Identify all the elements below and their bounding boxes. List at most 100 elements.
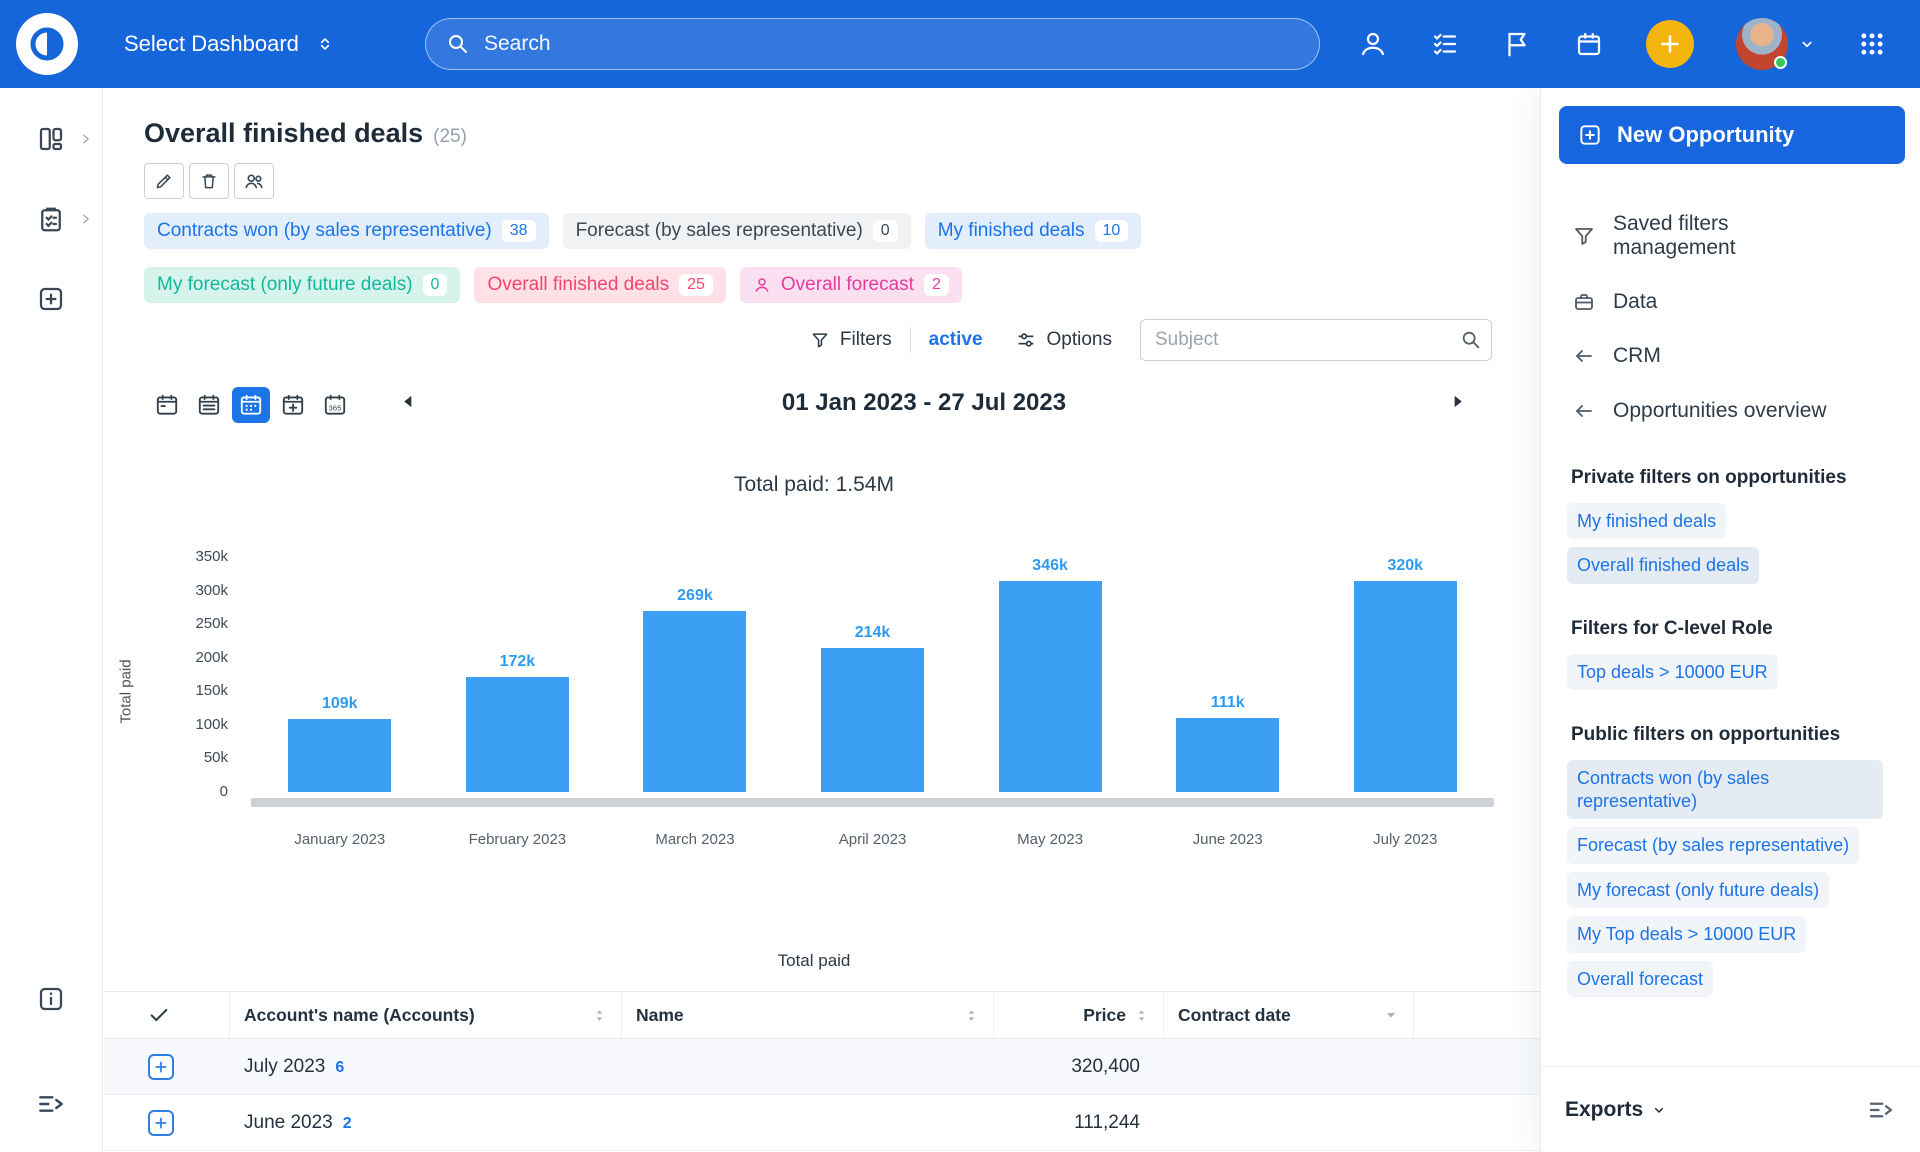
group-count: 2 xyxy=(343,1115,352,1133)
collapse-panel-icon[interactable] xyxy=(1866,1095,1896,1125)
bar-group[interactable]: 172k xyxy=(429,557,607,792)
chevron-right-icon[interactable] xyxy=(79,213,92,226)
bar[interactable] xyxy=(999,581,1102,792)
bar[interactable] xyxy=(288,719,391,792)
view-quarter-button[interactable] xyxy=(274,387,312,423)
active-filters-link[interactable]: active xyxy=(929,329,983,351)
saved-filter-link[interactable]: Overall finished deals xyxy=(1567,547,1759,584)
view-day-button[interactable] xyxy=(148,387,186,423)
sidebar-item-planner[interactable] xyxy=(0,204,102,234)
calendar-icon[interactable] xyxy=(1574,29,1604,59)
search-icon[interactable] xyxy=(1460,329,1482,351)
column-header-name[interactable]: Name xyxy=(622,992,994,1038)
sort-icon[interactable] xyxy=(592,1008,607,1023)
filter-chip[interactable]: My forecast (only future deals) 0 xyxy=(144,267,460,303)
bar-group[interactable]: 214k xyxy=(784,557,962,792)
panel-footer: Exports xyxy=(1541,1066,1920,1152)
column-header-account[interactable]: Account's name (Accounts) xyxy=(230,992,622,1038)
dashboard-selector-label: Select Dashboard xyxy=(124,31,299,57)
search-input[interactable] xyxy=(484,32,1299,56)
tasks-icon[interactable] xyxy=(1430,29,1460,59)
filter-caret-icon[interactable] xyxy=(1383,1007,1399,1023)
options-button[interactable]: Options xyxy=(1015,329,1112,351)
separator xyxy=(910,327,911,353)
sidebar-item-dashboards[interactable] xyxy=(0,124,102,154)
user-avatar[interactable] xyxy=(1736,18,1788,70)
table-row[interactable]: June 2023 2 111,244 xyxy=(104,1095,1540,1151)
bar-group[interactable]: 269k xyxy=(606,557,784,792)
menu-item-saved-filters[interactable]: Saved filters management xyxy=(1571,212,1920,260)
bar-group[interactable]: 346k xyxy=(961,557,1139,792)
contacts-icon[interactable] xyxy=(1358,29,1388,59)
next-period-button[interactable] xyxy=(1449,393,1466,410)
table-row[interactable]: July 2023 6 320,400 xyxy=(104,1039,1540,1095)
chevron-right-icon[interactable] xyxy=(79,133,92,146)
menu-item-crm[interactable]: CRM xyxy=(1571,344,1920,368)
clipboard-icon xyxy=(36,204,66,234)
dashboard-toolbar xyxy=(144,163,1540,199)
share-button[interactable] xyxy=(234,163,274,199)
chip-count: 0 xyxy=(423,274,448,296)
column-header-price[interactable]: Price xyxy=(994,992,1164,1038)
bar-group[interactable]: 109k xyxy=(251,557,429,792)
saved-filter-link[interactable]: Top deals > 10000 EUR xyxy=(1567,654,1778,691)
menu-item-opportunities-overview[interactable]: Opportunities overview xyxy=(1571,399,1920,423)
filter-chip[interactable]: Overall finished deals 25 xyxy=(474,267,725,303)
sidebar-add-button[interactable] xyxy=(0,284,102,314)
sort-icon[interactable] xyxy=(964,1008,979,1023)
logo-icon xyxy=(27,24,67,64)
chip-label: Overall forecast xyxy=(781,274,914,296)
expand-group-button[interactable] xyxy=(148,1110,174,1136)
app-logo[interactable] xyxy=(16,13,78,75)
bar[interactable] xyxy=(643,611,746,792)
menu-item-data[interactable]: Data xyxy=(1571,290,1920,314)
saved-filter-link[interactable]: Overall forecast xyxy=(1567,961,1713,998)
filter-chip[interactable]: Overall forecast 2 xyxy=(740,267,962,303)
y-axis-ticks: 350k300k 250k200k 150k100k 50k0 xyxy=(154,557,242,792)
column-header-contract-date[interactable]: Contract date xyxy=(1164,992,1414,1038)
subject-search-input[interactable] xyxy=(1140,319,1492,361)
view-week-button[interactable] xyxy=(190,387,228,423)
expand-group-button[interactable] xyxy=(148,1054,174,1080)
bar[interactable] xyxy=(1176,718,1279,793)
bar[interactable] xyxy=(466,677,569,793)
quick-add-button[interactable] xyxy=(1646,20,1694,68)
filter-chip[interactable]: Contracts won (by sales representative) … xyxy=(144,213,549,249)
saved-filter-link[interactable]: My finished deals xyxy=(1567,503,1726,540)
chevron-down-icon xyxy=(1651,1102,1667,1118)
dashboard-selector[interactable]: Select Dashboard xyxy=(124,31,335,57)
sort-icon[interactable] xyxy=(1134,1008,1149,1023)
view-year-button[interactable]: 365 xyxy=(316,387,354,423)
sidebar-collapse-button[interactable] xyxy=(0,1088,102,1120)
exports-button[interactable]: Exports xyxy=(1565,1098,1667,1122)
flag-icon[interactable] xyxy=(1502,29,1532,59)
briefcase-icon xyxy=(1571,290,1597,314)
view-month-button[interactable] xyxy=(232,387,270,423)
saved-filter-link[interactable]: Contracts won (by sales representative) xyxy=(1567,760,1883,819)
saved-filter-link[interactable]: Forecast (by sales representative) xyxy=(1567,827,1859,864)
bar-group[interactable]: 111k xyxy=(1139,557,1317,792)
chip-count: 0 xyxy=(873,220,898,242)
users-icon xyxy=(243,170,265,192)
new-opportunity-button[interactable]: New Opportunity xyxy=(1559,106,1905,164)
bar[interactable] xyxy=(1354,581,1457,792)
saved-filter-link[interactable]: My Top deals > 10000 EUR xyxy=(1567,916,1806,953)
edit-button[interactable] xyxy=(144,163,184,199)
bar-group[interactable]: 320k xyxy=(1316,557,1494,792)
avatar-chevron-down-icon[interactable] xyxy=(1798,35,1816,53)
chart-scrollbar[interactable] xyxy=(251,798,1494,807)
saved-filter-link[interactable]: My forecast (only future deals) xyxy=(1567,872,1829,909)
select-all-check-icon[interactable] xyxy=(148,1004,170,1026)
previous-period-button[interactable] xyxy=(400,393,417,410)
bar[interactable] xyxy=(821,648,924,792)
sidebar-info-button[interactable] xyxy=(0,984,102,1014)
bar-value-label: 269k xyxy=(677,587,713,605)
trash-icon xyxy=(199,171,219,191)
apps-grid-icon[interactable] xyxy=(1858,30,1886,58)
delete-button[interactable] xyxy=(189,163,229,199)
filter-chip[interactable]: My finished deals 10 xyxy=(925,213,1142,249)
filter-chip[interactable]: Forecast (by sales representative) 0 xyxy=(563,213,911,249)
chart-plot-area: 109k 172k 269k 214k 346k 111k xyxy=(251,557,1494,792)
list-controls: Filters active Options xyxy=(104,319,1492,361)
filters-button[interactable]: Filters xyxy=(810,329,892,351)
